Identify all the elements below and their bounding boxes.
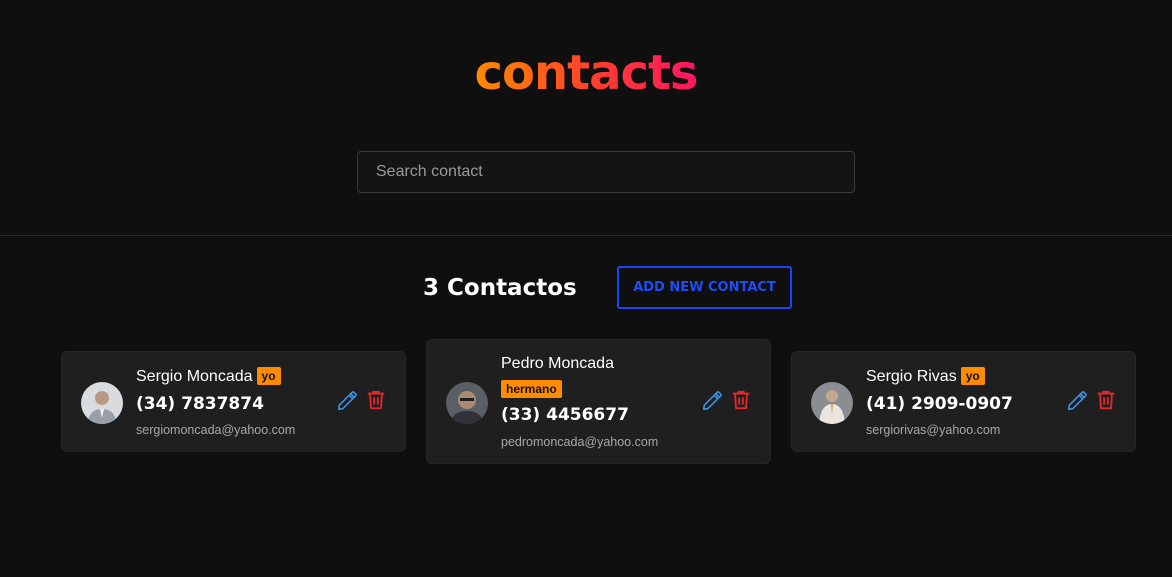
- edit-icon[interactable]: [336, 390, 358, 412]
- contact-email: sergiomoncada@yahoo.com: [136, 423, 296, 437]
- person-photo-icon: [446, 382, 488, 424]
- edit-icon[interactable]: [1066, 390, 1088, 412]
- contact-phone: (41) 2909-0907: [866, 394, 1013, 414]
- delete-icon[interactable]: [730, 389, 752, 411]
- search-input[interactable]: [357, 151, 855, 193]
- relation-tag: yo: [960, 367, 985, 385]
- relation-tag: hermano: [501, 380, 562, 398]
- edit-icon[interactable]: [701, 390, 723, 412]
- contact-name: Pedro Moncada: [501, 355, 614, 372]
- avatar: [446, 382, 488, 424]
- avatar: [811, 382, 853, 424]
- contact-card: Sergio Rivas yo (41) 2909-0907 sergioriva…: [791, 351, 1136, 452]
- person-photo-icon: [81, 382, 123, 424]
- delete-icon[interactable]: [1095, 389, 1117, 411]
- contacts-count: 3 Contactos: [423, 275, 577, 301]
- delete-icon[interactable]: [365, 389, 387, 411]
- relation-tag: yo: [256, 367, 281, 385]
- contact-card: Sergio Moncada yo (34) 7837874 sergiomonc…: [61, 351, 406, 452]
- contact-email: pedromoncada@yahoo.com: [501, 435, 659, 449]
- contact-phone: (34) 7837874: [136, 394, 264, 414]
- contact-card: Pedro Moncada hermano (33) 4456677 pedro…: [426, 339, 771, 464]
- contact-name: Sergio Rivas yo: [866, 367, 985, 386]
- add-contact-button[interactable]: ADD NEW CONTACT: [617, 266, 792, 309]
- person-photo-icon: [811, 382, 853, 424]
- contact-phone: (33) 4456677: [501, 405, 629, 425]
- contact-email: sergiorivas@yahoo.com: [866, 423, 1001, 437]
- page-header: contacts: [0, 0, 1172, 236]
- app-title: contacts: [474, 45, 699, 101]
- contact-name: Sergio Moncada yo: [136, 367, 281, 386]
- avatar: [81, 382, 123, 424]
